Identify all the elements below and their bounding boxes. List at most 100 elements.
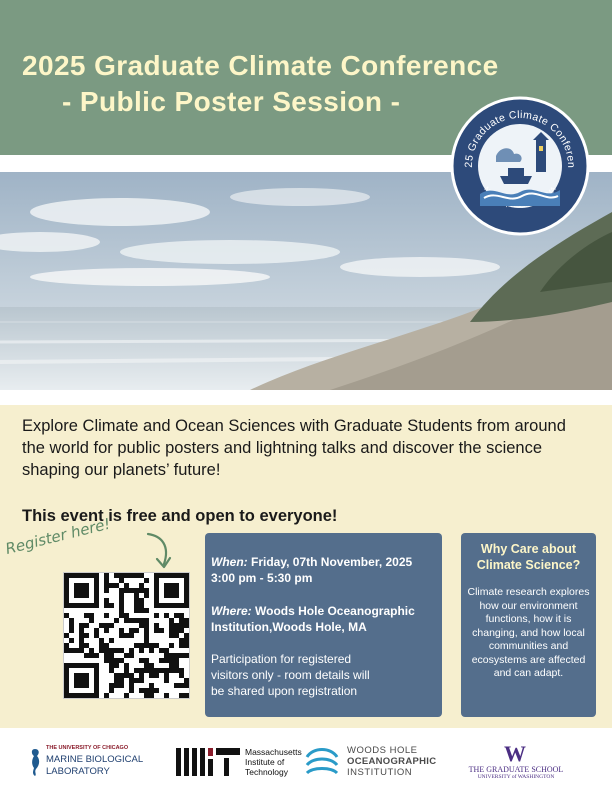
qr-module [84, 613, 89, 618]
qr-module [84, 633, 89, 638]
page-subtitle: - Public Poster Session - [62, 86, 401, 117]
whoi-line3: INSTITUTION [347, 767, 413, 778]
qr-module [104, 578, 109, 583]
qr-module [119, 593, 124, 598]
qr-module [94, 598, 99, 603]
qr-module [184, 588, 189, 593]
qr-module [174, 663, 179, 668]
qr-module [79, 673, 84, 678]
qr-module [64, 613, 69, 618]
qr-module [154, 613, 159, 618]
qr-module [104, 598, 109, 603]
qr-module [144, 608, 149, 613]
qr-module [129, 678, 134, 683]
qr-module [154, 588, 159, 593]
qr-module [109, 623, 114, 628]
qr-module [184, 678, 189, 683]
qr-module [64, 673, 69, 678]
qr-module [169, 588, 174, 593]
qr-module [144, 643, 149, 648]
qr-module [104, 588, 109, 593]
qr-module [149, 683, 154, 688]
qr-module [139, 623, 144, 628]
qr-module [84, 623, 89, 628]
seahorse-icon [31, 749, 40, 776]
qr-module [114, 658, 119, 663]
qr-module [124, 693, 129, 698]
qr-module [154, 623, 159, 628]
qr-module [114, 663, 119, 668]
participation-note-line2: visitors only - room details will [211, 668, 370, 682]
registration-qr-code[interactable] [63, 572, 190, 699]
qr-module [69, 623, 74, 628]
qr-module [109, 638, 114, 643]
qr-module [104, 658, 109, 663]
qr-module [119, 648, 124, 653]
qr-module [79, 633, 84, 638]
qr-module [154, 628, 159, 633]
qr-module [139, 658, 144, 663]
qr-module [129, 653, 134, 658]
qr-module [179, 623, 184, 628]
qr-module [114, 573, 119, 578]
qr-module [89, 693, 94, 698]
qr-module [144, 658, 149, 663]
qr-module [89, 663, 94, 668]
qr-module [179, 638, 184, 643]
qr-module [169, 663, 174, 668]
qr-module [139, 608, 144, 613]
qr-module [74, 603, 79, 608]
qr-module [79, 623, 84, 628]
qr-module [184, 603, 189, 608]
qr-module [64, 588, 69, 593]
qr-module [134, 603, 139, 608]
qr-module [119, 603, 124, 608]
qr-module [119, 628, 124, 633]
qr-module [104, 613, 109, 618]
qr-module [174, 628, 179, 633]
qr-module [119, 613, 124, 618]
qr-module [164, 588, 169, 593]
qr-module [89, 573, 94, 578]
qr-module [144, 618, 149, 623]
qr-module [134, 588, 139, 593]
qr-code-image[interactable] [64, 573, 189, 698]
qr-module [184, 683, 189, 688]
qr-module [69, 648, 74, 653]
qr-module [164, 573, 169, 578]
qr-module [164, 678, 169, 683]
qr-module [79, 588, 84, 593]
qr-module [124, 668, 129, 673]
qr-module [139, 573, 144, 578]
qr-module [104, 693, 109, 698]
qr-module [89, 653, 94, 658]
qr-module [119, 633, 124, 638]
qr-module [124, 613, 129, 618]
qr-module [179, 668, 184, 673]
qr-module [174, 583, 179, 588]
qr-module [129, 683, 134, 688]
qr-module [164, 673, 169, 678]
qr-module [94, 628, 99, 633]
qr-module [159, 648, 164, 653]
qr-module [124, 673, 129, 678]
qr-module [74, 673, 79, 678]
qr-module [164, 593, 169, 598]
qr-module [84, 673, 89, 678]
qr-module [134, 678, 139, 683]
qr-module [139, 648, 144, 653]
qr-module [84, 583, 89, 588]
qr-module [94, 633, 99, 638]
qr-module [104, 583, 109, 588]
qr-module [139, 588, 144, 593]
qr-module [134, 608, 139, 613]
qr-module [159, 573, 164, 578]
qr-module [149, 688, 154, 693]
mit-mark-icon [176, 748, 240, 776]
qr-module [184, 638, 189, 643]
qr-module [84, 663, 89, 668]
qr-module [144, 668, 149, 673]
qr-module [69, 573, 74, 578]
where-label: Where: [211, 604, 252, 618]
participation-note-line3: be shared upon registration [211, 684, 358, 698]
